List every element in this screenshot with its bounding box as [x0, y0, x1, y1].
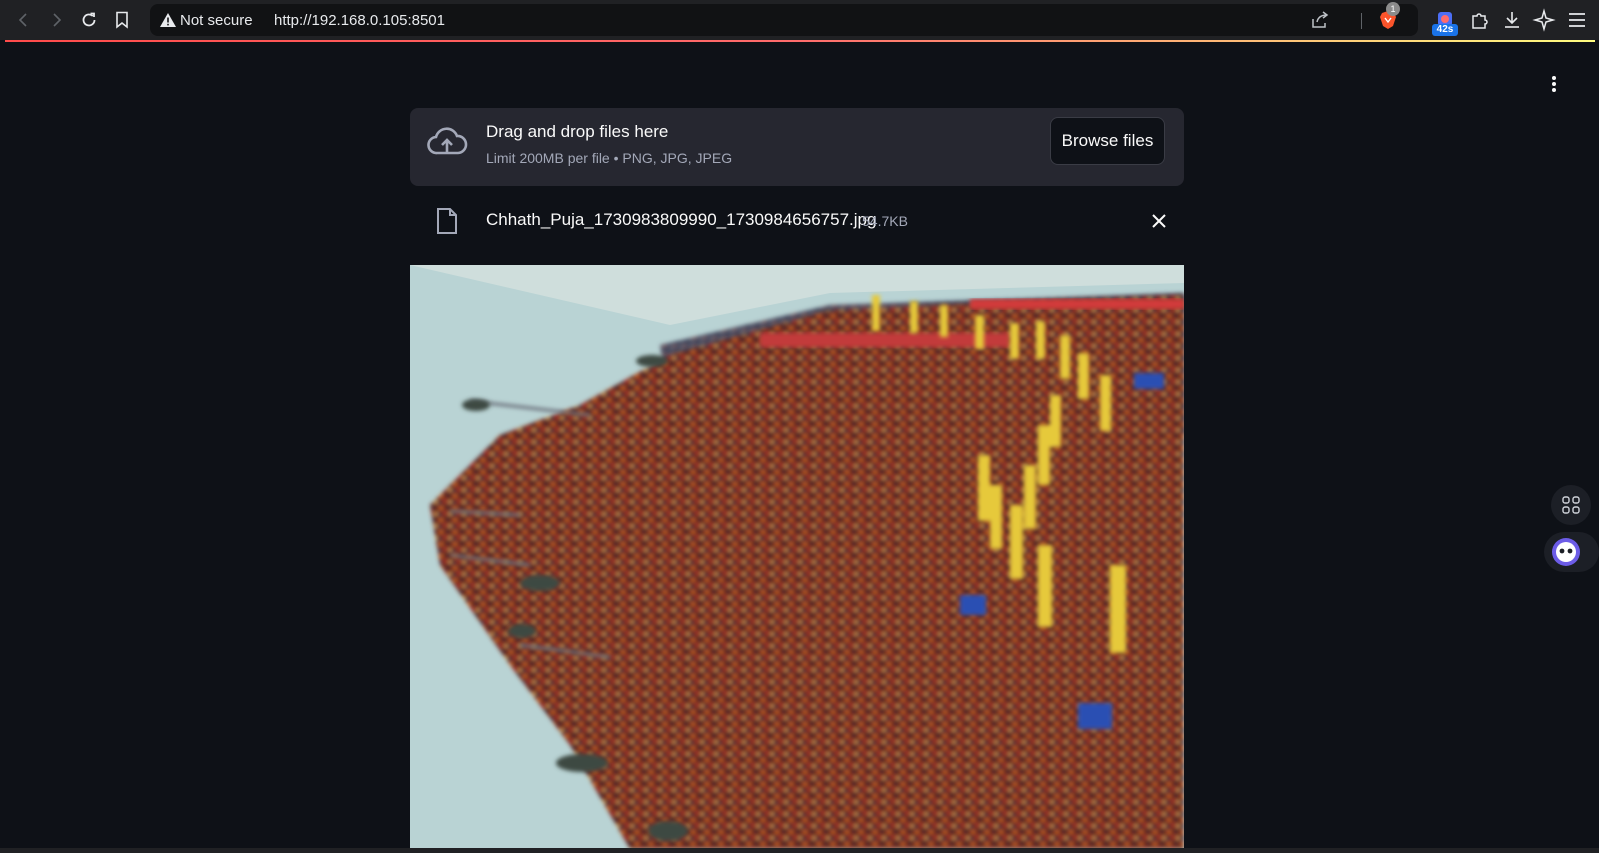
back-button[interactable]	[12, 8, 36, 32]
forward-button[interactable]	[44, 8, 68, 32]
bookmark-button[interactable]	[110, 8, 134, 32]
side-assistant-widget[interactable]	[1544, 531, 1599, 573]
side-apps-widget[interactable]	[1550, 484, 1592, 526]
reload-button[interactable]	[77, 8, 101, 32]
puzzle-icon[interactable]	[1468, 8, 1492, 32]
forward-arrow-icon	[53, 13, 62, 27]
uploaded-file-name: Chhath_Puja_1730983809990_1730984656757.…	[486, 210, 877, 229]
uploaded-file-size: 54.7KB	[862, 213, 908, 229]
omnibox-divider	[1361, 13, 1362, 29]
window-bottom-edge	[0, 848, 1599, 853]
warning-icon	[160, 13, 176, 27]
brave-shield-count: 1	[1386, 2, 1400, 16]
hamburger-menu-icon[interactable]	[1565, 8, 1589, 32]
browser-toolbar: Not secure http://192.168.0.105:8501 1 4…	[0, 0, 1599, 40]
download-icon[interactable]	[1500, 8, 1524, 32]
address-bar[interactable]: Not secure http://192.168.0.105:8501 1	[150, 2, 1418, 36]
bookmark-icon	[116, 11, 128, 29]
dropzone-title: Drag and drop files here	[486, 122, 669, 141]
security-indicator[interactable]: Not secure	[180, 12, 253, 29]
close-icon[interactable]	[1150, 212, 1168, 230]
url-text[interactable]: http://192.168.0.105:8501	[274, 12, 445, 29]
uploaded-image-preview	[410, 265, 1184, 849]
dropzone-limit-text: Limit 200MB per file • PNG, JPG, JPEG	[486, 150, 733, 166]
back-arrow-icon	[18, 13, 27, 27]
file-icon	[437, 208, 457, 234]
uploaded-file-row: Chhath_Puja_1730983809990_1730984656757.…	[410, 200, 1184, 242]
app-main-menu-button[interactable]	[1540, 70, 1568, 98]
browse-files-button[interactable]: Browse files	[1050, 117, 1165, 165]
assistant-bot-icon	[1544, 532, 1599, 572]
vertical-dots-icon	[1552, 76, 1556, 92]
file-dropzone[interactable]: Drag and drop files here Limit 200MB per…	[410, 108, 1184, 186]
reload-icon	[82, 12, 96, 27]
share-icon[interactable]	[1310, 10, 1330, 30]
cloud-upload-icon	[427, 127, 468, 155]
sparkle-icon[interactable]	[1532, 8, 1556, 32]
timer-extension-badge: 42s	[1432, 24, 1458, 36]
apps-grid-icon	[1551, 485, 1591, 525]
